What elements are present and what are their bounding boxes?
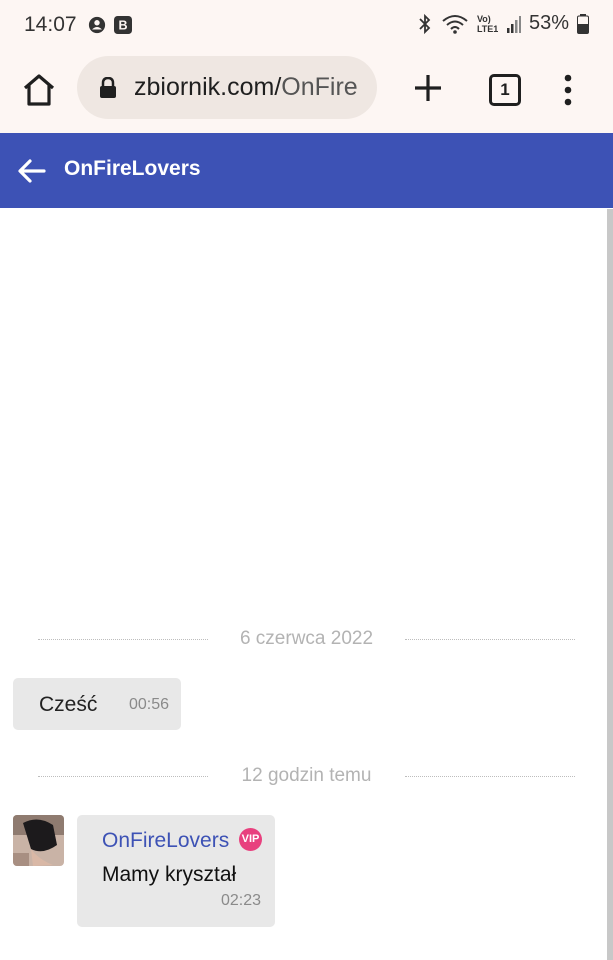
lock-icon (100, 77, 116, 98)
battery-icon (577, 13, 589, 34)
chat-title: OnFireLovers (64, 157, 201, 180)
status-time: 14:07 (24, 13, 77, 36)
vip-badge: VIP (239, 828, 262, 851)
bluetooth-icon (419, 13, 431, 34)
account-circle-icon (88, 16, 106, 34)
more-menu-icon[interactable] (558, 72, 578, 108)
message-time: 00:56 (128, 696, 169, 713)
url-text[interactable]: zbiornik.com/OnFire (134, 73, 358, 102)
svg-text:B: B (118, 19, 127, 33)
date-separator: 6 czerwca 2022 (38, 624, 575, 654)
message-sender-name[interactable]: OnFireLovers (102, 829, 229, 853)
message-time: 02:23 (220, 892, 261, 909)
message-text: Mamy kryształ (102, 863, 237, 886)
tab-switcher-button[interactable]: 1 (489, 74, 521, 106)
scrollbar[interactable] (607, 209, 613, 960)
signal-icon (506, 15, 521, 33)
chat-header: OnFireLovers (0, 133, 613, 208)
wifi-icon (442, 14, 468, 34)
url-domain: zbiornik.com/ (134, 73, 282, 101)
url-path: OnFire (281, 73, 358, 101)
message-text: Cześć (39, 693, 98, 716)
battery-percent: 53% (528, 12, 569, 34)
network-label: Vo) LTE1 (476, 13, 499, 34)
new-tab-icon[interactable] (410, 70, 446, 106)
status-bar: 14:07 B Vo) LTE1 53% (0, 0, 613, 52)
message-bubble-incoming[interactable]: Cześć 00:56 (13, 678, 181, 730)
back-arrow-icon[interactable] (16, 155, 48, 187)
b-app-icon: B (114, 16, 132, 34)
date-separator: 12 godzin temu (38, 761, 575, 791)
message-bubble-sender[interactable]: OnFireLovers VIP Mamy kryształ 02:23 (77, 815, 275, 927)
home-icon[interactable] (20, 71, 58, 109)
avatar[interactable] (13, 815, 64, 866)
separator-line (405, 776, 575, 777)
avatar-photo (13, 815, 64, 866)
browser-toolbar: zbiornik.com/OnFire 1 (0, 52, 613, 134)
separator-line (405, 639, 575, 640)
address-bar[interactable]: zbiornik.com/OnFire (77, 56, 377, 119)
